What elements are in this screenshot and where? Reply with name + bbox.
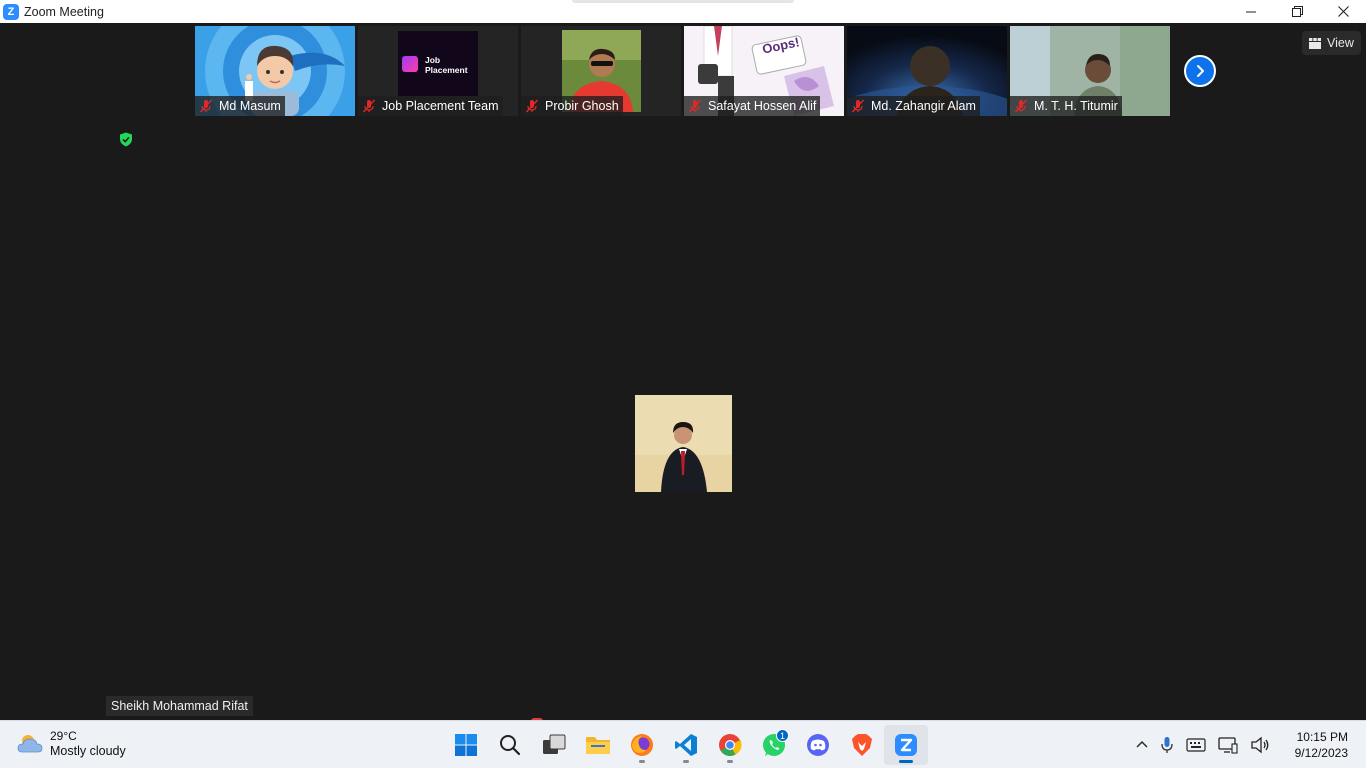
zoom-logo-icon: Z <box>3 3 19 20</box>
vscode-icon <box>675 734 697 756</box>
participant-name-label: Md Masum <box>195 96 285 116</box>
muted-mic-icon <box>525 99 539 113</box>
participant-name-label: M. T. H. Titumir <box>1010 96 1122 116</box>
participant-name-text: Md Masum <box>219 99 281 113</box>
participant-tile[interactable]: Oops! Safayat Hossen Alif <box>684 26 844 116</box>
chevron-right-icon <box>1197 65 1204 77</box>
search-button[interactable] <box>488 725 532 765</box>
participant-tile[interactable]: Probir Ghosh <box>521 26 681 116</box>
system-clock[interactable]: 10:15 PM 9/12/2023 <box>1295 729 1348 761</box>
participant-name-label: Probir Ghosh <box>521 96 623 116</box>
task-view-icon <box>543 734 566 754</box>
clock-date: 9/12/2023 <box>1294 746 1348 760</box>
participant-tile[interactable]: Md. Zahangir Alam <box>847 26 1007 116</box>
windows-taskbar: 29°C Mostly cloudy 1 10:15 PM 9/12/2023 <box>0 720 1366 768</box>
participant-name-text: Job Placement Team <box>382 99 499 113</box>
restore-button[interactable] <box>1274 0 1320 23</box>
muted-mic-icon <box>199 99 213 113</box>
brave-lion-icon <box>852 734 872 756</box>
window-title: Zoom Meeting <box>24 4 104 19</box>
cloudy-weather-icon <box>17 735 43 753</box>
network-icon[interactable] <box>1218 736 1238 754</box>
security-shield-icon[interactable] <box>119 132 133 147</box>
active-speaker-avatar <box>635 395 732 492</box>
title-bar: Z Zoom Meeting <box>0 0 1366 23</box>
folder-icon <box>586 737 610 754</box>
logo-text-line1: Job <box>425 55 441 65</box>
running-indicator <box>683 760 689 763</box>
muted-mic-icon <box>851 99 865 113</box>
chevron-up-icon[interactable] <box>1136 739 1148 751</box>
close-icon <box>1337 6 1349 17</box>
chrome-button[interactable] <box>708 725 752 765</box>
active-speaker-video[interactable] <box>635 395 732 492</box>
firefox-button[interactable] <box>620 725 664 765</box>
participant-name-text: Safayat Hossen Alif <box>708 99 817 113</box>
weather-temperature: 29°C <box>50 729 77 743</box>
next-page-button[interactable] <box>1184 55 1216 87</box>
whatsapp-notification-badge: 1 <box>776 729 789 742</box>
search-icon <box>500 735 521 756</box>
participant-tile[interactable]: M. T. H. Titumir <box>1010 26 1170 116</box>
minimize-button[interactable] <box>1228 0 1274 23</box>
view-button[interactable]: View <box>1302 31 1361 55</box>
keyboard-icon[interactable] <box>1186 738 1206 752</box>
running-indicator <box>727 760 733 763</box>
vscode-button[interactable] <box>664 725 708 765</box>
view-button-label: View <box>1327 36 1354 50</box>
close-button[interactable] <box>1320 0 1366 23</box>
volume-icon[interactable] <box>1250 736 1270 754</box>
participant-name-text: Probir Ghosh <box>545 99 619 113</box>
minimize-icon <box>1246 11 1256 12</box>
participant-tile[interactable]: Job Placement Job Placement Team <box>358 26 518 116</box>
participant-name-text: M. T. H. Titumir <box>1034 99 1118 113</box>
file-explorer-button[interactable] <box>576 725 620 765</box>
zoom-icon <box>895 734 917 756</box>
running-indicator <box>899 760 913 763</box>
participant-name-text: Md. Zahangir Alam <box>871 99 976 113</box>
muted-mic-icon <box>1014 99 1028 113</box>
discord-button[interactable] <box>796 725 840 765</box>
microphone-icon[interactable] <box>1160 736 1174 754</box>
task-view-button[interactable] <box>532 725 576 765</box>
windows-logo-icon <box>455 734 477 756</box>
restore-icon <box>1291 6 1303 17</box>
participant-name-label: Safayat Hossen Alif <box>684 96 821 116</box>
participant-name-label: Md. Zahangir Alam <box>847 96 980 116</box>
discord-icon <box>807 734 829 756</box>
firefox-icon <box>631 734 653 756</box>
active-speaker-name: Sheikh Mohammad Rifat <box>106 696 253 716</box>
weather-description: Mostly cloudy <box>50 744 126 758</box>
job-placement-logo-icon <box>402 56 418 72</box>
brave-button[interactable] <box>840 725 884 765</box>
zoom-button[interactable] <box>884 725 928 765</box>
top-drag-handle[interactable] <box>572 0 794 3</box>
weather-widget[interactable]: 29°C Mostly cloudy <box>16 729 126 759</box>
whatsapp-button[interactable]: 1 <box>752 725 796 765</box>
logo-text-line2: Placement <box>425 65 468 75</box>
start-button[interactable] <box>444 725 488 765</box>
job-placement-logo: Job Placement <box>398 31 478 96</box>
participant-name-label: Job Placement Team <box>358 96 503 116</box>
grid-view-icon <box>1309 37 1321 49</box>
muted-mic-icon <box>688 99 702 113</box>
running-indicator <box>639 760 645 763</box>
chrome-icon <box>719 734 742 756</box>
clock-time: 10:15 PM <box>1296 730 1348 744</box>
participant-tile[interactable]: Md Masum <box>195 26 355 116</box>
muted-mic-icon <box>362 99 376 113</box>
system-tray <box>1136 731 1270 759</box>
